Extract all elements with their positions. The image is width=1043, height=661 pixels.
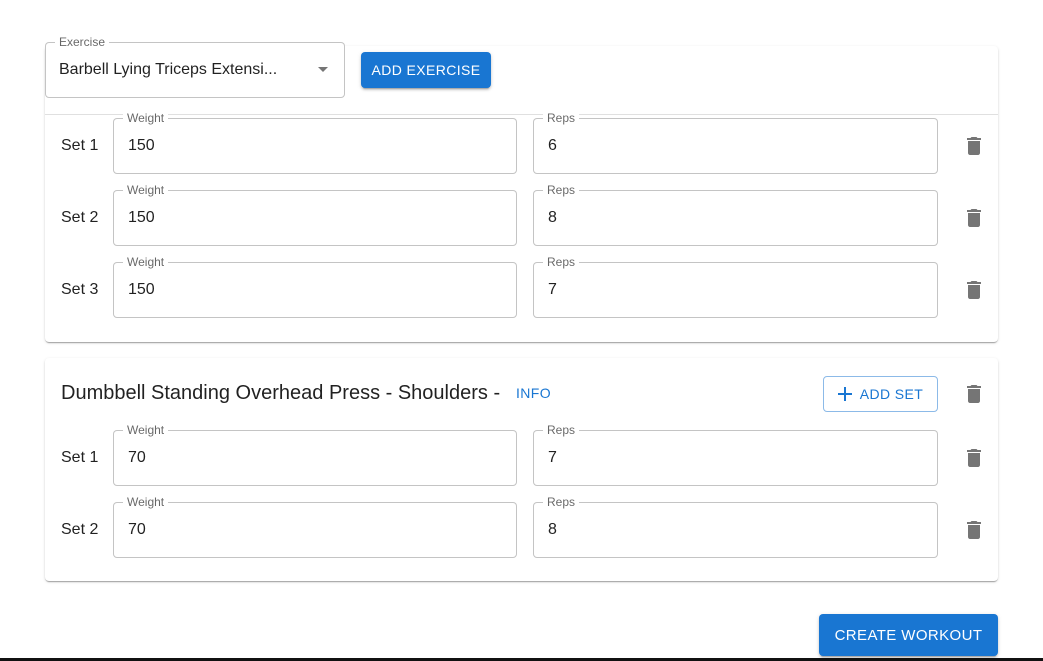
exercise-select[interactable]: Exercise Barbell Lying Triceps Extensi..… <box>45 35 345 98</box>
delete-icon[interactable] <box>963 279 985 301</box>
weight-field[interactable]: Weight 150 <box>113 111 517 174</box>
add-set-button[interactable]: ADD SET <box>823 376 938 412</box>
weight-field[interactable]: Weight 70 <box>113 495 517 558</box>
set-label: Set 1 <box>61 137 99 154</box>
weight-value: 70 <box>128 449 146 466</box>
delete-icon[interactable] <box>963 135 985 157</box>
reps-field[interactable]: Reps 8 <box>533 495 938 558</box>
exercise-select-value: Barbell Lying Triceps Extensi... <box>59 61 278 78</box>
reps-value: 8 <box>548 209 557 226</box>
info-button[interactable]: INFO <box>516 385 551 401</box>
delete-icon[interactable] <box>963 207 985 229</box>
delete-icon[interactable] <box>963 383 985 405</box>
weight-value: 150 <box>128 137 155 154</box>
weight-field[interactable]: Weight 150 <box>113 183 517 246</box>
reps-field[interactable]: Reps 6 <box>533 111 938 174</box>
weight-value: 150 <box>128 209 155 226</box>
exercise-title: Dumbbell Standing Overhead Press - Shoul… <box>61 382 501 404</box>
set-label: Set 1 <box>61 449 99 466</box>
set-label: Set 3 <box>61 281 99 298</box>
reps-value: 8 <box>548 521 557 538</box>
weight-field[interactable]: Weight 150 <box>113 255 517 318</box>
chevron-down-icon <box>318 67 328 72</box>
divider <box>45 114 998 115</box>
add-exercise-button[interactable]: ADD EXERCISE <box>361 52 491 88</box>
set-label: Set 2 <box>61 521 99 538</box>
reps-field[interactable]: Reps 8 <box>533 183 938 246</box>
create-workout-button[interactable]: CREATE WORKOUT <box>819 614 998 656</box>
delete-icon[interactable] <box>963 519 985 541</box>
plus-icon <box>837 387 852 401</box>
reps-field[interactable]: Reps 7 <box>533 423 938 486</box>
add-set-label: ADD SET <box>859 386 924 402</box>
weight-value: 150 <box>128 281 155 298</box>
set-label: Set 2 <box>61 209 99 226</box>
reps-value: 7 <box>548 449 557 466</box>
reps-value: 6 <box>548 137 557 154</box>
delete-icon[interactable] <box>963 447 985 469</box>
reps-field[interactable]: Reps 7 <box>533 255 938 318</box>
reps-value: 7 <box>548 281 557 298</box>
weight-field[interactable]: Weight 70 <box>113 423 517 486</box>
weight-value: 70 <box>128 521 146 538</box>
